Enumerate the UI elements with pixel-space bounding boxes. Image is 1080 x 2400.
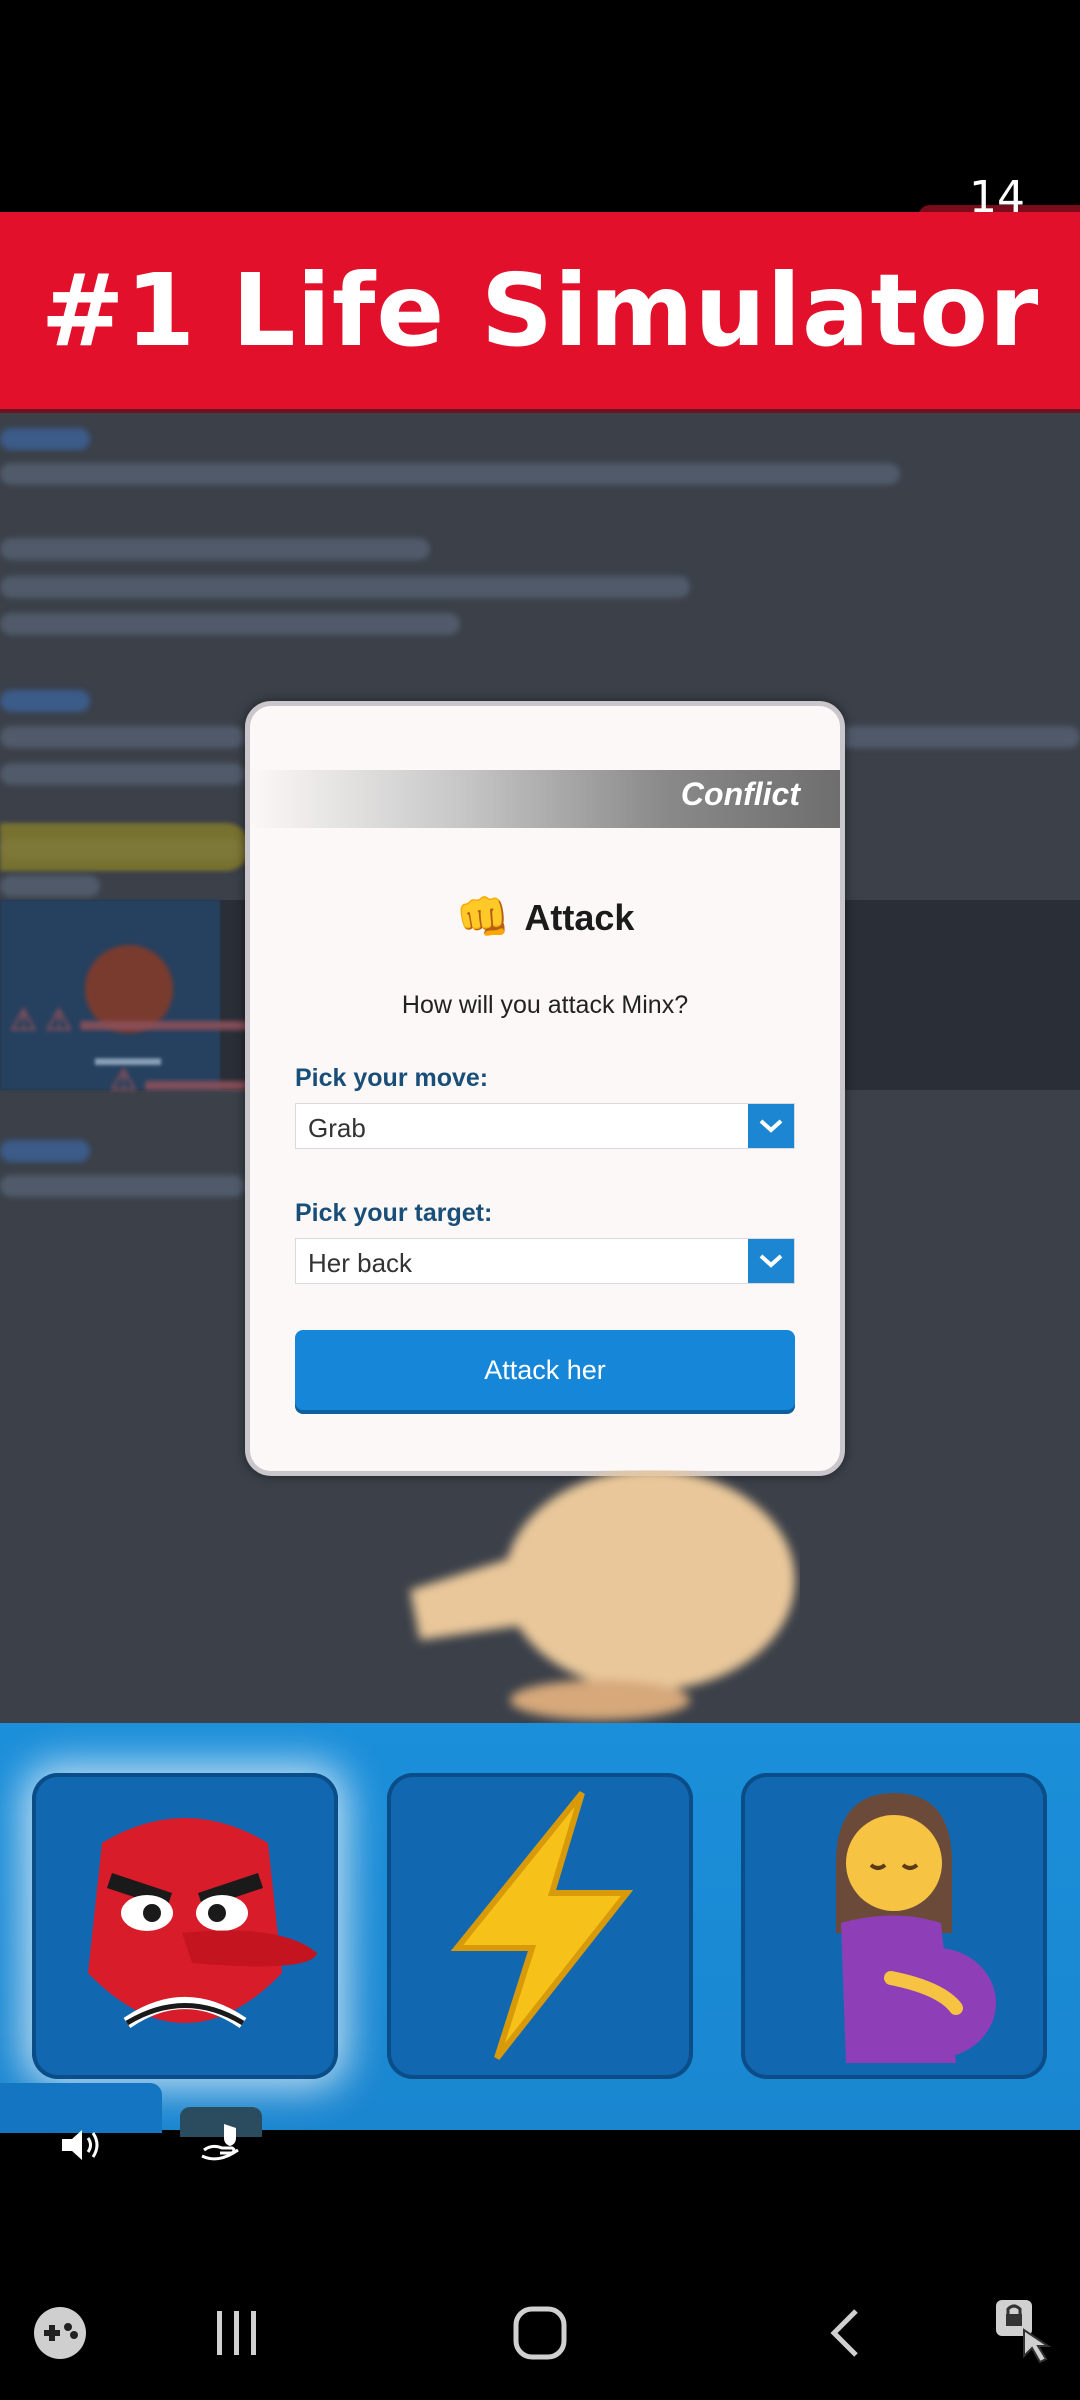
pointing-hand-icon xyxy=(410,1470,795,1720)
lightning-bolt-icon xyxy=(450,1791,634,2060)
target-select[interactable]: Her back xyxy=(295,1238,795,1284)
move-select[interactable]: Grab xyxy=(295,1103,795,1149)
move-select-value: Grab xyxy=(308,1113,366,1143)
hand-shield-icon[interactable] xyxy=(198,2120,244,2166)
attack-her-button[interactable]: Attack her xyxy=(295,1330,795,1410)
target-label: Pick your target: xyxy=(295,1199,493,1227)
angry-goblin-mask-icon xyxy=(88,1818,317,2028)
fist-icon: 👊 xyxy=(455,893,511,942)
recent-apps-icon[interactable] xyxy=(212,2305,262,2361)
banner-title: #1 Life Simulator xyxy=(0,212,1080,409)
dialog-question: How will you attack Minx? xyxy=(401,991,689,1019)
speaker-icon[interactable] xyxy=(58,2125,104,2165)
dialog-title-row: 👊 Attack xyxy=(250,896,840,940)
game-launcher-icon[interactable] xyxy=(30,2303,90,2363)
tray-tile-pregnant[interactable] xyxy=(741,1773,1047,2079)
back-icon[interactable] xyxy=(820,2303,870,2363)
move-label: Pick your move: xyxy=(295,1064,489,1092)
dialog-title: Attack xyxy=(524,897,635,938)
dialog-header-label: Conflict xyxy=(680,776,800,812)
chevron-down-icon[interactable] xyxy=(748,1104,794,1148)
home-icon[interactable] xyxy=(510,2303,570,2363)
screen-lock-touch-icon[interactable] xyxy=(990,2296,1060,2366)
target-select-value: Her back xyxy=(308,1248,413,1278)
tray-tile-goblin[interactable] xyxy=(32,1773,338,2079)
emoji-tray xyxy=(0,1723,1080,2130)
chevron-down-icon[interactable] xyxy=(748,1239,794,1283)
pregnant-woman-icon xyxy=(836,1793,996,2063)
conflict-dialog: Conflict 👊 Attack How will you attack Mi… xyxy=(245,701,845,1476)
tray-tile-lightning[interactable] xyxy=(387,1773,693,2079)
